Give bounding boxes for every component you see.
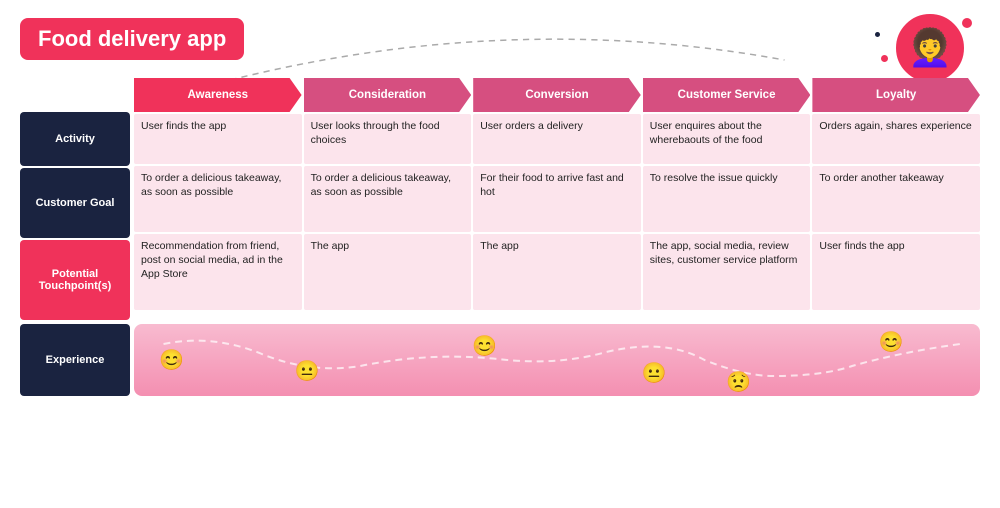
touchpoint-cell-1: The app: [304, 234, 472, 310]
label-customer-goal: Customer Goal: [20, 168, 130, 238]
touchpoints-row: Recommendation from friend, post on soci…: [134, 234, 980, 310]
touchpoint-cell-2: The app: [473, 234, 641, 310]
phase-customer-service: Customer Service: [643, 78, 811, 112]
labels-column: Activity Customer Goal Potential Touchpo…: [20, 78, 130, 320]
phases-row: Awareness Consideration Conversion Custo…: [134, 78, 980, 112]
experience-curve-svg: [134, 324, 980, 396]
phases-area: Awareness Consideration Conversion Custo…: [134, 78, 980, 320]
touchpoint-cell-0: Recommendation from friend, post on soci…: [134, 234, 302, 310]
experience-section: Experience 😊 😐 😊 😐 😟 😊: [20, 324, 980, 396]
emoji-2: 😊: [472, 333, 497, 358]
avatar-emoji: 👩‍🦱: [908, 30, 953, 66]
goal-cell-4: To order another takeaway: [812, 166, 980, 232]
dot-pink-2: [881, 55, 888, 62]
goal-cell-3: To resolve the issue quickly: [643, 166, 811, 232]
main-container: Food delivery app 👩‍🦱 Activity Customer …: [0, 0, 1000, 508]
label-touchpoints: Potential Touchpoint(s): [20, 240, 130, 320]
goal-cell-0: To order a delicious takeaway, as soon a…: [134, 166, 302, 232]
label-activity: Activity: [20, 112, 130, 166]
phase-awareness: Awareness: [134, 78, 302, 112]
phase-consideration: Consideration: [304, 78, 472, 112]
goal-row: To order a delicious takeaway, as soon a…: [134, 166, 980, 232]
activity-cell-0: User finds the app: [134, 114, 302, 164]
emoji-4: 😟: [726, 369, 751, 394]
avatar: 👩‍🦱: [896, 14, 964, 82]
emoji-5: 😊: [878, 330, 903, 355]
emoji-1: 😐: [295, 358, 320, 383]
goal-cell-1: To order a delicious takeaway, as soon a…: [304, 166, 472, 232]
label-spacer: [20, 78, 130, 112]
activity-cell-1: User looks through the food choices: [304, 114, 472, 164]
phase-loyalty: Loyalty: [812, 78, 980, 112]
title-box: Food delivery app: [20, 18, 244, 60]
activity-cell-2: User orders a delivery: [473, 114, 641, 164]
experience-track: 😊 😐 😊 😐 😟 😊: [134, 324, 980, 396]
emoji-0: 😊: [159, 348, 184, 373]
touchpoint-cell-3: The app, social media, review sites, cus…: [643, 234, 811, 310]
activity-row: User finds the app User looks through th…: [134, 114, 980, 164]
dot-dark-1: [875, 32, 880, 37]
app-title: Food delivery app: [38, 26, 226, 51]
activity-cell-4: Orders again, shares experience: [812, 114, 980, 164]
experience-label: Experience: [20, 324, 130, 396]
activity-cell-3: User enquires about the wherebaouts of t…: [643, 114, 811, 164]
goal-cell-2: For their food to arrive fast and hot: [473, 166, 641, 232]
emoji-3: 😐: [642, 360, 667, 385]
touchpoint-cell-4: User finds the app: [812, 234, 980, 310]
phase-conversion: Conversion: [473, 78, 641, 112]
journey-map: Activity Customer Goal Potential Touchpo…: [20, 78, 980, 320]
dot-pink-1: [962, 18, 972, 28]
